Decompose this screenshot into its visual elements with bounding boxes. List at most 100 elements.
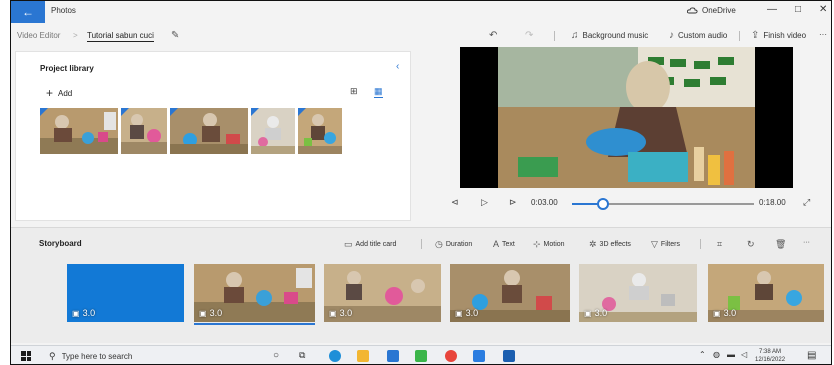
trim-icon: ⌗ — [717, 239, 723, 249]
search-icon: ⚲ — [49, 350, 56, 361]
network-icon[interactable]: ◍ — [713, 350, 720, 359]
store-icon[interactable] — [387, 350, 399, 362]
photos-app-icon[interactable] — [503, 350, 515, 362]
more-options-button[interactable]: ··· — [819, 30, 827, 39]
rotate-icon: ↻ — [747, 239, 755, 249]
expand-icon: ⤢ — [803, 197, 811, 207]
collapse-library-button[interactable]: ‹ — [396, 61, 399, 72]
3d-effects-label: 3D effects — [599, 241, 631, 248]
clip-duration: ▣ 3.0 — [72, 308, 96, 318]
sparkle-icon: ✲ — [589, 239, 597, 249]
rotate-button[interactable]: ↻ — [747, 239, 755, 250]
clock-time: 7:38 AM — [759, 349, 782, 355]
edge-icon[interactable] — [329, 350, 341, 362]
storyboard-clip[interactable]: ▣ 3.0 — [67, 264, 184, 322]
selected-corner-marker — [40, 108, 48, 116]
delete-button[interactable]: 🗑 — [775, 239, 786, 250]
finish-video-button[interactable]: ⇪ Finish video — [751, 30, 806, 41]
photos-window: ← Photos OneDrive — □ ✕ Video Editor > T… — [10, 0, 832, 365]
media-thumbnail[interactable] — [170, 108, 248, 154]
editor-toolbar: Video Editor > Tutorial sabun cuci ✎ ↶ ↷… — [11, 23, 831, 49]
media-thumbnail[interactable] — [40, 108, 118, 154]
play-button[interactable]: ▷ — [481, 197, 488, 208]
pencil-icon: ✎ — [171, 30, 180, 41]
storyboard-clip[interactable]: ▣ 3.0 — [450, 264, 570, 322]
notification-icon[interactable]: ▤ — [807, 350, 816, 361]
duration-button[interactable]: ◷ Duration — [435, 239, 472, 250]
custom-audio-label: Custom audio — [678, 31, 728, 40]
custom-audio-button[interactable]: ♪ Custom audio — [669, 30, 727, 41]
rename-button[interactable]: ✎ — [171, 30, 179, 41]
next-frame-button[interactable]: ⊳ — [509, 197, 517, 208]
add-media-button[interactable]: + Add — [46, 86, 72, 100]
cortana-icon[interactable]: ○ — [273, 350, 279, 361]
text-button[interactable]: A Text — [493, 239, 515, 249]
storyboard-clip[interactable]: ▣ 3.0 — [324, 264, 441, 322]
trash-icon: 🗑 — [775, 239, 787, 249]
motion-icon: ⊹ — [533, 239, 541, 249]
chevron-up-icon[interactable]: ⌃ — [699, 350, 706, 359]
speaker-icon[interactable]: ◁ — [741, 350, 747, 359]
storyboard-clip[interactable]: ▣ 3.0 — [708, 264, 824, 322]
image-icon: ▣ — [713, 308, 721, 318]
undo-icon: ↶ — [489, 30, 498, 41]
task-view-icon[interactable]: ⧉ — [299, 350, 305, 361]
background-music-button[interactable]: ♫ Background music — [571, 30, 648, 41]
duration-label: Duration — [445, 241, 473, 248]
storyboard-clip[interactable]: ▣ 3.0 — [579, 264, 697, 322]
small-grid-view-button[interactable]: ▦ — [374, 86, 383, 98]
filters-button[interactable]: ▽ Filters — [651, 239, 680, 250]
seek-bar[interactable] — [572, 198, 754, 210]
video-preview[interactable] — [460, 47, 793, 188]
back-button[interactable]: ← — [11, 1, 45, 23]
add-label: Add — [58, 88, 73, 98]
battery-icon[interactable]: ▬ — [727, 350, 735, 359]
search-input[interactable] — [61, 351, 212, 361]
selected-corner-marker — [251, 108, 259, 116]
app-icon[interactable] — [415, 350, 427, 362]
selected-corner-marker — [298, 108, 306, 116]
motion-button[interactable]: ⊹ Motion — [533, 239, 565, 250]
playback-controls: ⊲ ▷ ⊳ 0:03.00 0:18.00 ⤢ — [441, 195, 821, 213]
storyboard-panel: Storyboard ▭ Add title card ◷ Duration A Te… — [11, 227, 831, 343]
storyboard-more-button[interactable]: ··· — [803, 239, 810, 246]
finish-video-label: Finish video — [763, 31, 807, 40]
undo-button[interactable]: ↶ — [489, 30, 497, 41]
media-thumbnail[interactable] — [298, 108, 342, 154]
taskbar-search[interactable]: ⚲ — [41, 348, 241, 364]
trim-button[interactable]: ⌗ — [717, 239, 722, 250]
storyboard-divider — [421, 239, 422, 249]
taskbar-clock[interactable]: 7:38 AM 12/16/2022 — [755, 348, 785, 364]
clock-date: 12/16/2022 — [755, 357, 786, 363]
minimize-button[interactable]: — — [767, 4, 777, 15]
add-title-card-button[interactable]: ▭ Add title card — [344, 239, 396, 250]
3d-effects-button[interactable]: ✲ 3D effects — [589, 239, 631, 250]
file-explorer-icon[interactable] — [357, 350, 369, 362]
music-note-icon: ♫ — [571, 30, 579, 41]
clock-icon: ◷ — [435, 239, 443, 249]
motion-label: Motion — [543, 241, 565, 248]
text-label: Text — [502, 240, 515, 248]
project-library-panel: Project library ‹ + Add ⊞ ▦ — [15, 51, 411, 221]
storyboard-clip[interactable]: ▣ 3.0 — [194, 264, 315, 322]
breadcrumb-video-editor[interactable]: Video Editor — [17, 31, 60, 40]
media-thumbnail[interactable] — [251, 108, 295, 154]
maximize-button[interactable]: □ — [795, 4, 801, 15]
total-time: 0:18.00 — [759, 198, 786, 207]
previous-frame-button[interactable]: ⊲ — [451, 197, 459, 208]
large-grid-view-button[interactable]: ⊞ — [350, 86, 358, 97]
fullscreen-button[interactable]: ⤢ — [803, 197, 810, 208]
chrome-icon[interactable] — [445, 350, 457, 362]
start-button[interactable] — [21, 351, 31, 361]
mail-icon[interactable] — [473, 350, 485, 362]
seek-thumb[interactable] — [596, 198, 609, 210]
toolbar-divider — [739, 31, 740, 41]
media-thumbnail[interactable] — [121, 108, 167, 154]
close-button[interactable]: ✕ — [819, 4, 827, 15]
project-name[interactable]: Tutorial sabun cuci — [87, 31, 154, 42]
image-icon: ▣ — [455, 308, 463, 318]
project-library-title: Project library — [40, 64, 94, 73]
redo-button[interactable]: ↷ — [525, 30, 533, 41]
selected-clip-indicator — [194, 323, 315, 325]
onedrive-status[interactable]: OneDrive — [687, 6, 736, 15]
